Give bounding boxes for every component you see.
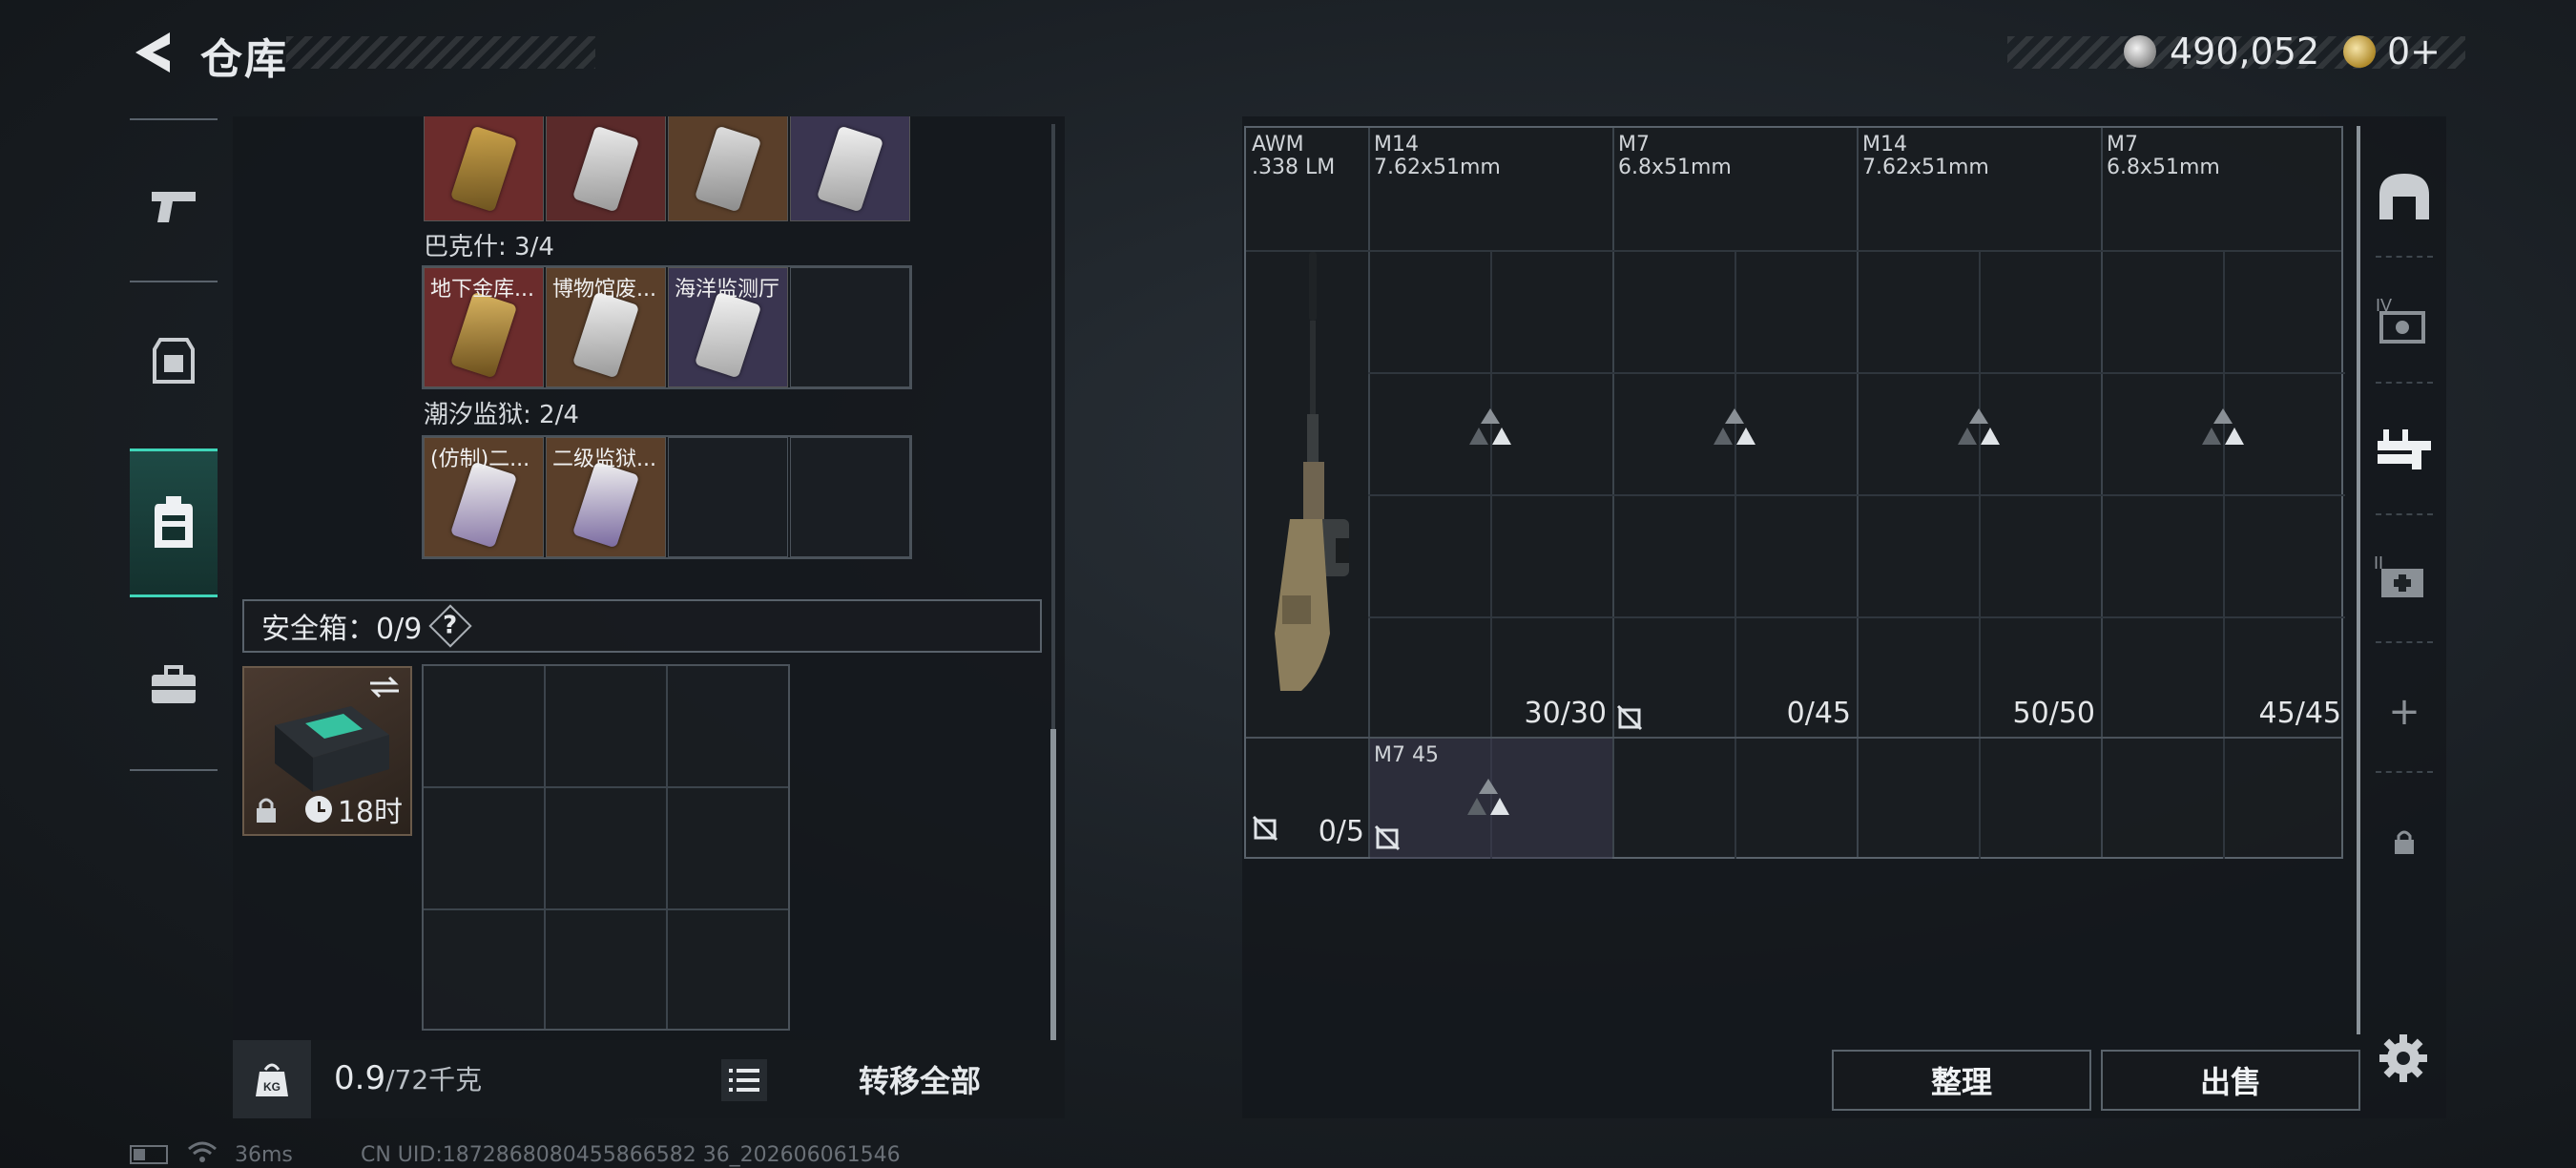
weapon-caliber: .338 LM xyxy=(1252,156,1336,179)
empty-slot-icon xyxy=(1958,408,2000,445)
keycard-row-2: (仿制)二... 二级监狱... xyxy=(422,435,912,559)
container-icon xyxy=(2379,174,2429,219)
side-tab-container[interactable] xyxy=(2362,149,2446,244)
sort-button[interactable]: 整理 xyxy=(1832,1050,2091,1111)
armor-icon xyxy=(153,338,195,384)
battery-icon xyxy=(130,1145,168,1164)
magazine-slot[interactable]: M7 6.8x51mm 0/45 xyxy=(1612,128,1857,737)
tab-armor[interactable] xyxy=(130,290,218,433)
keycard-row-top xyxy=(422,116,912,221)
lock-icon xyxy=(257,798,276,823)
magazine-slot[interactable]: M14 7.62x51mm 30/30 xyxy=(1368,128,1612,737)
safe-box-grid[interactable] xyxy=(422,664,790,1031)
uid-text: CN UID:1872868080455866582 36_2026060615… xyxy=(361,1143,901,1167)
keycard-icon xyxy=(449,461,518,549)
pistol-icon xyxy=(152,192,196,222)
keycard-group-title: 巴克什: 3/4 xyxy=(424,233,554,261)
side-tab-level4[interactable]: IV xyxy=(2362,273,2446,368)
clock-icon xyxy=(304,796,332,823)
level4-case-icon: IV xyxy=(2376,296,2425,344)
side-tab-weapons[interactable] xyxy=(2362,401,2446,496)
side-tab-medical[interactable]: II xyxy=(2362,531,2446,626)
keycard-slot[interactable] xyxy=(546,116,666,221)
tab-backpack[interactable] xyxy=(130,448,218,597)
rifle-rack-icon xyxy=(2378,429,2431,469)
gold-coin-icon xyxy=(2343,35,2376,68)
weight-readout: 0.9/72千克 xyxy=(334,1059,483,1097)
keycard-row-1: 地下金库... 博物馆废... 海洋监测厅 xyxy=(422,265,912,389)
empty-slot[interactable] xyxy=(790,437,910,557)
safe-box-timer: 18时 xyxy=(304,788,403,830)
tab-briefcase[interactable] xyxy=(130,637,218,733)
add-tab-button[interactable]: + xyxy=(2362,664,2446,760)
scrollbar-thumb[interactable] xyxy=(1050,729,1056,1040)
title-decor xyxy=(286,36,595,69)
lock-icon xyxy=(2395,830,2414,854)
backpack-footer: KG 0.9/72千克 转移全部 xyxy=(233,1040,1065,1118)
safe-box-item[interactable]: 18时 xyxy=(242,666,412,836)
backpack-icon xyxy=(155,496,193,548)
briefcase-icon xyxy=(152,665,196,703)
currency-silver[interactable]: 490,052 xyxy=(2124,31,2319,73)
empty-slot[interactable] xyxy=(668,437,788,557)
keycard-slot[interactable] xyxy=(424,116,544,221)
weight-lock-button[interactable]: KG xyxy=(233,1040,311,1118)
keycard-group-title: 潮汐监狱: 2/4 xyxy=(424,401,579,429)
weapon-name: AWM xyxy=(1252,133,1304,156)
keycard-slot[interactable] xyxy=(668,116,788,221)
keycard-icon xyxy=(571,291,640,379)
keycard-slot[interactable]: 二级监狱... xyxy=(546,437,666,557)
silver-coin-icon xyxy=(2124,35,2156,68)
gear-icon xyxy=(2379,1034,2427,1082)
sniper-rifle-icon xyxy=(1275,252,1349,691)
keycard-icon xyxy=(694,291,762,379)
help-button[interactable]: ? xyxy=(428,604,472,648)
tab-weapons[interactable] xyxy=(130,134,218,277)
keycard-slot[interactable] xyxy=(790,116,910,221)
wifi-icon xyxy=(188,1141,217,1162)
sell-button[interactable]: 出售 xyxy=(2101,1050,2360,1111)
empty-slot-icon xyxy=(1467,779,1509,815)
safe-box-title: 安全箱：0/9 xyxy=(261,613,423,646)
safe-box-header: 安全箱：0/9 ? xyxy=(242,599,1042,653)
currency-gold[interactable]: 0+ xyxy=(2343,31,2441,73)
empty-slot[interactable] xyxy=(790,267,910,387)
empty-slot-icon xyxy=(1714,408,1755,445)
locked-tab-button[interactable] xyxy=(2362,794,2446,889)
keycard-slot[interactable]: 博物馆废... xyxy=(546,267,666,387)
keycard-slot[interactable]: 海洋监测厅 xyxy=(668,267,788,387)
weapon-grid: AWM .338 LM M14 7.62x51mm 30/30 M7 6.8x5… xyxy=(1244,126,2345,859)
no-refill-icon xyxy=(1374,824,1401,851)
back-button[interactable] xyxy=(128,27,176,78)
weight-icon: KG xyxy=(256,1063,288,1096)
svg-text:KG: KG xyxy=(263,1080,280,1094)
keycard-slot[interactable]: (仿制)二... xyxy=(424,437,544,557)
equipment-scrollbar[interactable] xyxy=(2357,126,2360,1034)
weapon-slot[interactable]: AWM .338 LM xyxy=(1246,128,1368,737)
weapon-ammo-slot[interactable]: 0/5 xyxy=(1246,739,1368,859)
page-title: 仓库 xyxy=(200,35,288,84)
safe-box-icon xyxy=(275,706,389,792)
medkit-icon: II xyxy=(2374,553,2423,597)
magazine-slot[interactable]: M14 7.62x51mm 50/50 xyxy=(1857,128,2101,737)
magazine-slot[interactable]: M7 6.8x51mm 45/45 xyxy=(2101,128,2343,737)
ping-text: 36ms xyxy=(235,1143,293,1167)
extra-magazine-slot[interactable]: M7 45 xyxy=(1370,739,1612,859)
no-refill-icon xyxy=(1252,815,1278,842)
empty-slot-icon xyxy=(1469,408,1511,445)
settings-button[interactable] xyxy=(2378,1032,2429,1084)
keycard-icon xyxy=(449,291,518,379)
keycard-icon xyxy=(571,461,640,549)
plus-icon: + xyxy=(2388,690,2420,734)
list-icon xyxy=(729,1069,759,1092)
transfer-all-button[interactable]: 转移全部 xyxy=(786,1040,1053,1118)
back-arrow-icon xyxy=(135,32,170,73)
empty-slot-icon xyxy=(2202,408,2244,445)
swap-icon[interactable] xyxy=(368,676,401,699)
list-button[interactable] xyxy=(721,1059,767,1101)
no-refill-icon xyxy=(1616,704,1643,731)
keycard-slot[interactable]: 地下金库... xyxy=(424,267,544,387)
